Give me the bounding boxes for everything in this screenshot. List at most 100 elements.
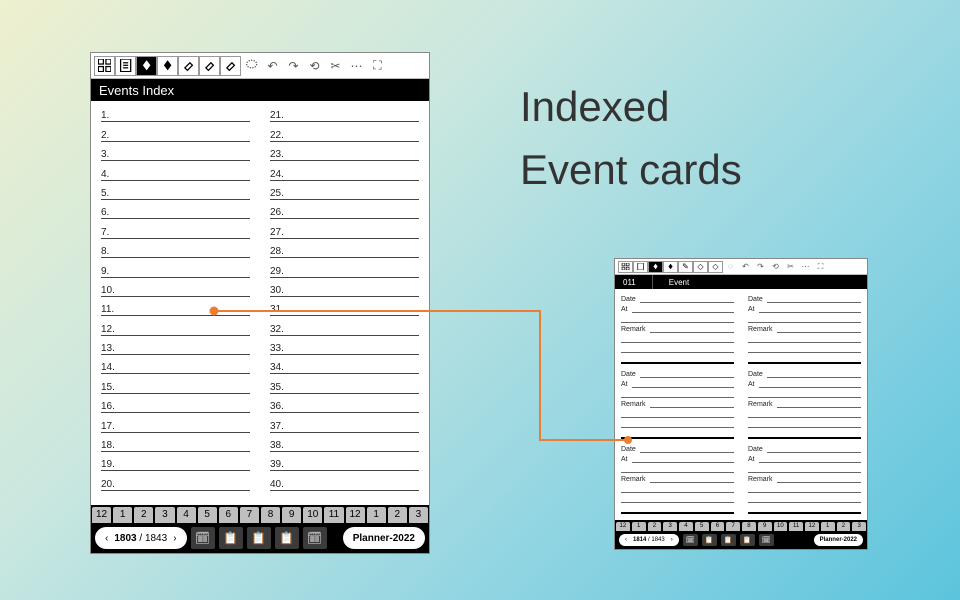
month-chip[interactable]: 12 <box>92 507 111 523</box>
pager[interactable]: ‹ 1814 / 1843 › <box>619 534 679 546</box>
index-row[interactable]: 31. <box>270 297 419 316</box>
prev-icon[interactable]: ‹ <box>105 533 108 544</box>
index-row[interactable]: 33. <box>270 336 419 355</box>
month-chip[interactable]: 1 <box>821 522 835 531</box>
clipboard2-icon[interactable]: 📋 <box>721 534 736 546</box>
grid-view-icon[interactable] <box>618 261 633 273</box>
index-row[interactable]: 22. <box>270 122 419 141</box>
scissors-icon[interactable]: ✂ <box>325 56 346 76</box>
calendar-icon[interactable]: 🗓 <box>191 527 215 549</box>
fullscreen-icon[interactable]: ⛶ <box>813 261 828 273</box>
month-chip[interactable]: 3 <box>409 507 428 523</box>
month-chip[interactable]: 5 <box>695 522 709 531</box>
index-row[interactable]: 32. <box>270 316 419 335</box>
undo-icon[interactable]: ↶ <box>738 261 753 273</box>
index-row[interactable]: 17. <box>101 413 250 432</box>
scissors-icon[interactable]: ✂ <box>783 261 798 273</box>
pen-fill-icon[interactable] <box>136 56 157 76</box>
calendar2-icon[interactable]: 🗓 <box>759 534 774 546</box>
index-row[interactable]: 15. <box>101 374 250 393</box>
more-icon[interactable]: ⋯ <box>346 56 367 76</box>
month-chip[interactable]: 11 <box>324 507 343 523</box>
month-chip[interactable]: 2 <box>837 522 851 531</box>
index-row[interactable]: 12. <box>101 316 250 335</box>
redo-icon[interactable]: ↷ <box>753 261 768 273</box>
prev-icon[interactable]: ‹ <box>625 537 627 543</box>
month-chip[interactable]: 7 <box>726 522 740 531</box>
month-chip[interactable]: 3 <box>852 522 866 531</box>
index-row[interactable]: 36. <box>270 394 419 413</box>
pen-icon[interactable] <box>663 261 678 273</box>
index-row[interactable]: 19. <box>101 452 250 471</box>
highlighter-icon[interactable] <box>178 56 199 76</box>
clipboard3-icon[interactable]: 📋 <box>740 534 755 546</box>
calendar2-icon[interactable]: 🗓 <box>303 527 327 549</box>
redo-icon[interactable]: ↷ <box>283 56 304 76</box>
month-chip[interactable]: 1 <box>367 507 386 523</box>
month-chip[interactable]: 7 <box>240 507 259 523</box>
next-icon[interactable]: › <box>671 537 673 543</box>
month-chip[interactable]: 11 <box>789 522 803 531</box>
clipboard-icon[interactable]: 📋 <box>219 527 243 549</box>
index-row[interactable]: 26. <box>270 200 419 219</box>
month-chip[interactable]: 2 <box>134 507 153 523</box>
calendar-icon[interactable]: 🗓 <box>683 534 698 546</box>
index-row[interactable]: 16. <box>101 394 250 413</box>
planner-chip[interactable]: Planner-2022 <box>343 527 425 549</box>
index-row[interactable]: 27. <box>270 219 419 238</box>
index-row[interactable]: 24. <box>270 161 419 180</box>
month-chip[interactable]: 1 <box>632 522 646 531</box>
index-row[interactable]: 23. <box>270 142 419 161</box>
month-chip[interactable]: 6 <box>711 522 725 531</box>
month-chip[interactable]: 10 <box>303 507 322 523</box>
index-row[interactable]: 28. <box>270 239 419 258</box>
page-icon[interactable] <box>115 56 136 76</box>
pen-icon[interactable] <box>157 56 178 76</box>
next-icon[interactable]: › <box>173 533 176 544</box>
index-row[interactable]: 13. <box>101 336 250 355</box>
planner-chip[interactable]: Planner-2022 <box>814 534 863 546</box>
index-row[interactable]: 30. <box>270 278 419 297</box>
index-row[interactable]: 9. <box>101 258 250 277</box>
index-row[interactable]: 39. <box>270 452 419 471</box>
highlighter-icon[interactable]: ✎ <box>678 261 693 273</box>
index-row[interactable]: 21. <box>270 103 419 122</box>
index-row[interactable]: 4. <box>101 161 250 180</box>
index-row[interactable]: 25. <box>270 181 419 200</box>
index-row[interactable]: 7. <box>101 219 250 238</box>
index-row[interactable]: 14. <box>101 355 250 374</box>
month-chip[interactable]: 2 <box>648 522 662 531</box>
clipboard3-icon[interactable]: 📋 <box>275 527 299 549</box>
month-chip[interactable]: 3 <box>155 507 174 523</box>
index-row[interactable]: 3. <box>101 142 250 161</box>
clipboard-icon[interactable]: 📋 <box>702 534 717 546</box>
more-icon[interactable]: ⋯ <box>798 261 813 273</box>
index-row[interactable]: 38. <box>270 433 419 452</box>
month-chip[interactable]: 12 <box>346 507 365 523</box>
lasso-icon[interactable]: ◌ <box>723 261 738 273</box>
back-icon[interactable]: ⟲ <box>768 261 783 273</box>
index-row[interactable]: 29. <box>270 258 419 277</box>
index-row[interactable]: 1. <box>101 103 250 122</box>
month-chip[interactable]: 9 <box>282 507 301 523</box>
eraser2-icon[interactable] <box>220 56 241 76</box>
page-icon[interactable] <box>633 261 648 273</box>
fullscreen-icon[interactable]: ⛶ <box>367 56 388 76</box>
index-row[interactable]: 2. <box>101 122 250 141</box>
month-chip[interactable]: 4 <box>679 522 693 531</box>
month-chip[interactable]: 1 <box>113 507 132 523</box>
grid-view-icon[interactable] <box>94 56 115 76</box>
month-chip[interactable]: 4 <box>177 507 196 523</box>
month-chip[interactable]: 8 <box>742 522 756 531</box>
eraser2-icon[interactable]: ◇ <box>708 261 723 273</box>
index-row[interactable]: 11. <box>101 297 250 316</box>
month-chip[interactable]: 5 <box>198 507 217 523</box>
index-row[interactable]: 5. <box>101 181 250 200</box>
back-icon[interactable]: ⟲ <box>304 56 325 76</box>
month-chip[interactable]: 12 <box>616 522 630 531</box>
month-chip[interactable]: 12 <box>805 522 819 531</box>
month-chip[interactable]: 3 <box>663 522 677 531</box>
index-row[interactable]: 10. <box>101 278 250 297</box>
index-row[interactable]: 34. <box>270 355 419 374</box>
index-row[interactable]: 37. <box>270 413 419 432</box>
